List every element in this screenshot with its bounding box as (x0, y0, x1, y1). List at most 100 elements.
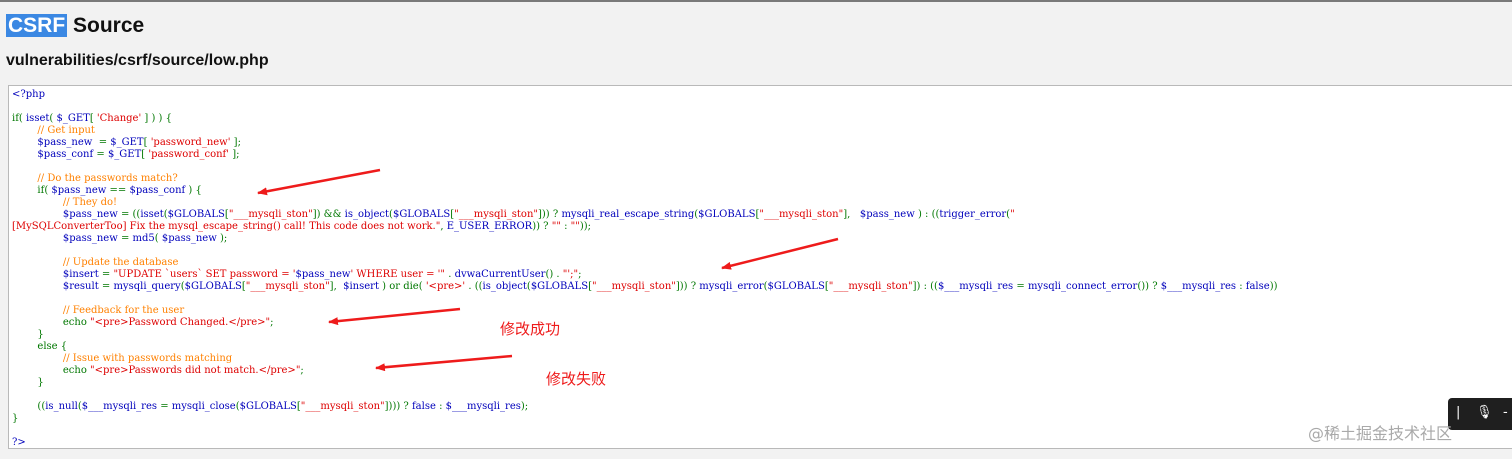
media-toolbar[interactable]: | 🎙 - (1448, 398, 1512, 430)
code-line: $pass_new = $_GET[ 'password_new' ]; (12, 137, 241, 149)
code-token: $GLOBALS (392, 209, 451, 220)
code-token: $GLOBALS (698, 209, 756, 220)
code-token: )) ? (532, 221, 552, 232)
more-icon[interactable]: - (1503, 405, 1508, 421)
code-token: is_object (344, 209, 390, 220)
code-token: ()) ? (1137, 281, 1161, 292)
code-token: $pass_new (51, 185, 110, 196)
code-panel: <?php if( isset( $_GET[ 'Change' ] ) ) { … (8, 85, 1512, 449)
code-token: $pass_new (161, 233, 220, 244)
code-token: = (101, 281, 114, 292)
code-token: $pass_new (12, 137, 99, 148)
code-line: echo "<pre>Password Changed.</pre>"; (12, 317, 274, 329)
code-token: if( (12, 185, 52, 196)
code-token: $___mysqli_res (937, 281, 1017, 292)
code-line: if( $pass_new == $pass_conf ) { (12, 185, 201, 197)
code-token: mysqli_error (699, 281, 764, 292)
code-token: $_GET (110, 137, 144, 148)
code-token: mysqli_close (171, 401, 236, 412)
code-token: = (160, 401, 172, 412)
code-token: echo (12, 317, 91, 328)
code-line: [MySQLConverterToo] Fix the mysql_escape… (12, 221, 591, 233)
code-line: ?> (12, 437, 26, 448)
code-token: } (12, 377, 44, 388)
code-line: // Update the database (12, 257, 179, 269)
code-token: $pass_conf (12, 149, 97, 160)
code-token: ) or die( (382, 281, 426, 292)
code-line: // Get input (12, 125, 95, 137)
watermark: @稀土掘金技术社区 (1308, 424, 1453, 443)
code-token: $_GET (56, 113, 90, 124)
code-token: "<pre>Passwords did not match.</pre>" (90, 365, 301, 376)
code-token: else { (12, 341, 68, 352)
code-token: = (120, 233, 133, 244)
code-token: E_USER_ERROR (446, 221, 533, 232)
top-border (0, 0, 1512, 2)
code-token: $___mysqli_res (1160, 281, 1240, 292)
code-token: is_null (45, 401, 78, 412)
code-token: $___mysqli_res (445, 401, 521, 412)
code-line: // Feedback for the user (12, 305, 184, 317)
code-line: // Issue with passwords matching (12, 353, 232, 365)
annotation-success: 修改成功 (500, 320, 561, 338)
code-token: "___mysqli_ston" (828, 281, 913, 292)
code-token: " (1010, 209, 1015, 220)
code-token: "';" (562, 269, 579, 280)
code-token: ; (300, 365, 304, 376)
code-token: ); (520, 401, 529, 412)
code-line: else { (12, 341, 67, 353)
code-token: isset (140, 209, 164, 220)
code-line: $result = mysqli_query($GLOBALS["___mysq… (12, 281, 1278, 293)
code-token: "___mysqli_ston" (245, 281, 330, 292)
code-token: "___mysqli_ston" (228, 209, 313, 220)
code-token: $pass_new (859, 209, 918, 220)
code-token: ; (270, 317, 274, 328)
code-token: ] ) ) { (141, 113, 172, 124)
file-path: vulnerabilities/csrf/source/low.php (6, 52, 269, 69)
code-line: $pass_new = md5( $pass_new ); (12, 233, 227, 245)
code-line: $insert = "UPDATE `users` SET password =… (12, 269, 582, 281)
code-token: $result (12, 281, 102, 292)
code-token: 'password_conf' (148, 149, 230, 160)
code-token: )) (1269, 281, 1278, 292)
code-token: $GLOBALS (184, 281, 242, 292)
code-token: is_object (482, 281, 527, 292)
code-token: $GLOBALS (767, 281, 825, 292)
code-token: (( (12, 401, 46, 412)
title-highlight: CSRF (6, 14, 68, 37)
code-line: ((is_null($___mysqli_res = mysqli_close(… (12, 401, 528, 413)
code-token: mysqli_real_escape_string (561, 209, 695, 220)
code-token: '<pre>' (425, 281, 466, 292)
code-token: ; (578, 269, 582, 280)
code-token: $insert (343, 281, 383, 292)
code-token: "___mysqli_ston" (759, 209, 844, 220)
code-token: // Issue with passwords matching (12, 353, 233, 364)
code-token: [MySQLConverterToo] Fix the mysql_escape… (12, 221, 441, 232)
code-token: $pass_conf (129, 185, 189, 196)
code-token: mysqli_query (113, 281, 181, 292)
pause-icon[interactable]: | (1456, 405, 1460, 421)
mic-icon[interactable]: 🎙 (1476, 405, 1493, 421)
code-token: ( (154, 233, 162, 244)
code-token: isset (25, 113, 50, 124)
code-token: = (96, 149, 108, 160)
code-token: ])) ? (675, 281, 700, 292)
code-token: } (12, 329, 44, 340)
code-token: == (109, 185, 130, 196)
code-token: $GLOBALS (239, 401, 297, 412)
code-line: } (12, 329, 44, 341)
code-token: . (( (465, 281, 483, 292)
code-token: $pass_new (12, 233, 121, 244)
code-line: // They do! (12, 197, 117, 209)
code-token: mysqli_connect_error (1027, 281, 1138, 292)
code-token: ], (843, 209, 860, 220)
code-token: ]) && (312, 209, 345, 220)
code-token: // Update the database (12, 257, 179, 268)
code-token: ) : (( (917, 209, 940, 220)
title-rest: Source (67, 14, 145, 37)
code-token: if( (12, 113, 26, 124)
code-line: } (12, 413, 18, 425)
code-token: 'password_new' (150, 137, 231, 148)
code-token: $pass_new (12, 209, 121, 220)
code-token: "" (570, 221, 580, 232)
